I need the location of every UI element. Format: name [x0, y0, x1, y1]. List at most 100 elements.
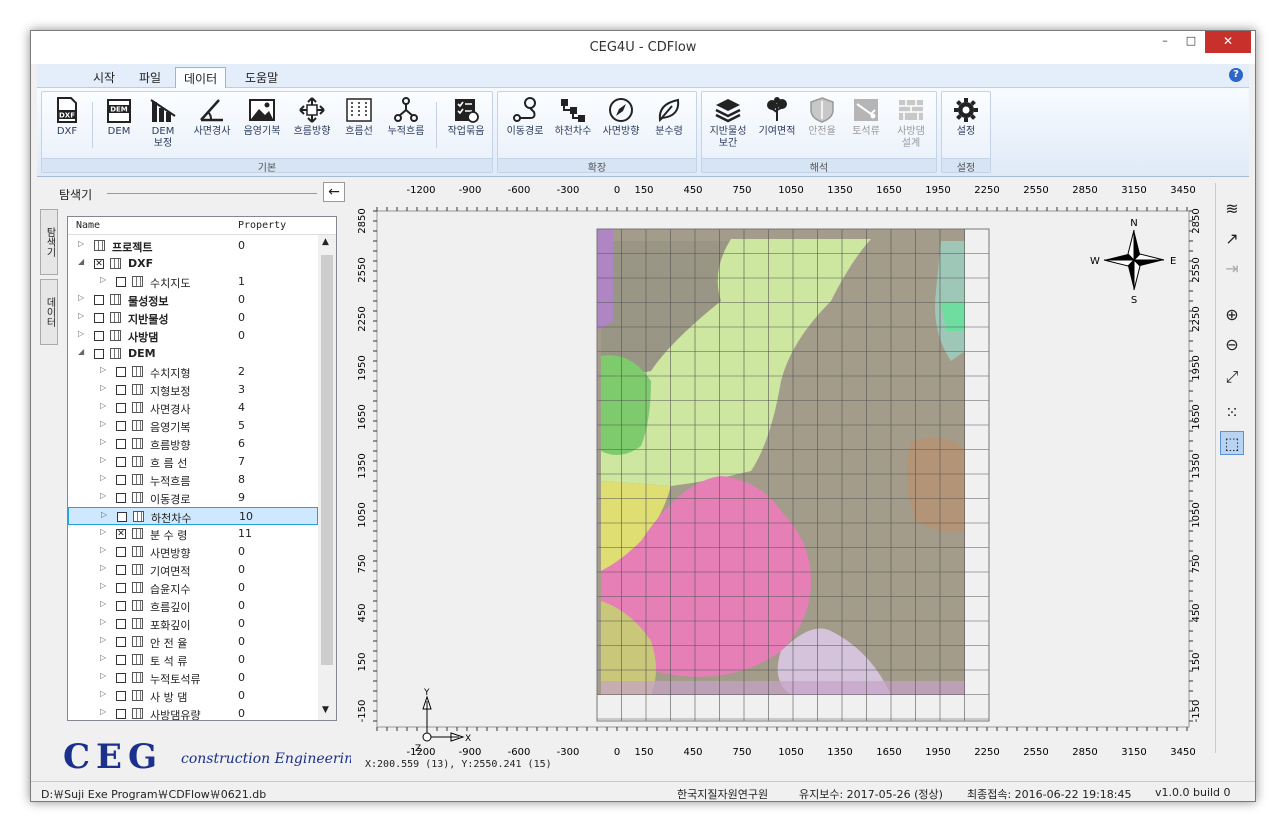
maximize-button[interactable]: □ — [1179, 31, 1203, 53]
expand-icon[interactable]: ▷ — [78, 329, 84, 338]
expand-icon[interactable]: ▷ — [100, 617, 106, 626]
zoom-out-button[interactable]: ⊖ — [1220, 333, 1244, 357]
watershed-button[interactable]: 분수령 — [646, 96, 692, 138]
grid-toggle-button[interactable]: ⁙ — [1220, 401, 1244, 425]
tree-row[interactable]: ▷ 사방댐유량 0 — [68, 705, 318, 720]
exit-button[interactable]: ⇥ — [1220, 257, 1244, 281]
expand-icon[interactable]: ▷ — [100, 401, 106, 410]
tree-row[interactable]: ▷ 흐 름 선 7 — [68, 453, 318, 471]
tree-row[interactable]: ▷ 누적토석류 0 — [68, 669, 318, 687]
expand-icon[interactable]: ▷ — [100, 455, 106, 464]
layers-button[interactable]: ≋ — [1220, 197, 1244, 221]
layer-checkbox[interactable]: ✕ — [94, 259, 104, 269]
tree-row[interactable]: ◢ DEM — [68, 345, 318, 363]
layer-checkbox[interactable] — [116, 547, 126, 557]
tree-row[interactable]: ▷ 지형보정 3 — [68, 381, 318, 399]
tree-row[interactable]: ▷ 사면방향 0 — [68, 543, 318, 561]
layer-checkbox[interactable] — [94, 295, 104, 305]
check-dam-design-button[interactable]: 사방댐 설계 — [888, 96, 934, 150]
tree-row[interactable]: ▷ 사 방 댐 0 — [68, 687, 318, 705]
tree-row[interactable]: ▷ 수치지형 2 — [68, 363, 318, 381]
expand-icon[interactable]: ▷ — [100, 563, 106, 572]
layer-checkbox[interactable] — [116, 439, 126, 449]
layer-checkbox[interactable] — [116, 367, 126, 377]
hillshade-button[interactable]: 음영기복 — [238, 96, 286, 138]
tree-row[interactable]: ▷ 음영기복 5 — [68, 417, 318, 435]
expand-icon[interactable]: ▷ — [100, 545, 106, 554]
tree-scrollbar[interactable]: ▲ ▼ — [318, 235, 336, 720]
layer-checkbox[interactable] — [116, 637, 126, 647]
help-icon[interactable]: ? — [1229, 68, 1243, 82]
layer-checkbox[interactable] — [116, 385, 126, 395]
expand-icon[interactable]: ▷ — [100, 383, 106, 392]
expand-icon[interactable]: ▷ — [100, 491, 106, 500]
layer-checkbox[interactable] — [116, 475, 126, 485]
menu-file[interactable]: 파일 — [131, 67, 169, 88]
tree-row[interactable]: ▷ 토 석 류 0 — [68, 651, 318, 669]
zoom-in-button[interactable]: ⊕ — [1220, 303, 1244, 327]
expand-icon[interactable]: ▷ — [100, 473, 106, 482]
collapse-icon[interactable]: ◢ — [78, 347, 84, 356]
column-name[interactable]: Name — [76, 220, 100, 231]
tab-explorer[interactable]: 탐색기 — [40, 209, 58, 275]
expand-icon[interactable]: ▷ — [100, 419, 106, 428]
layer-checkbox[interactable] — [116, 457, 126, 467]
expand-icon[interactable]: ▷ — [100, 527, 106, 536]
tree-row[interactable]: ▷ 안 전 율 0 — [68, 633, 318, 651]
expand-icon[interactable]: ▷ — [100, 581, 106, 590]
dem-correction-button[interactable]: DEM 보정 — [142, 96, 184, 150]
explorer-collapse-button[interactable]: ← — [323, 182, 345, 202]
contributing-area-button[interactable]: 기여면적 — [754, 96, 800, 138]
layer-checkbox[interactable] — [94, 349, 104, 359]
layer-checkbox[interactable] — [116, 601, 126, 611]
tab-data[interactable]: 데이터 — [40, 279, 58, 345]
safety-factor-button[interactable]: 안전율 — [800, 96, 844, 138]
menu-help[interactable]: 도움말 — [237, 67, 286, 88]
tree-row[interactable]: ▷ 누적흐름 8 — [68, 471, 318, 489]
expand-icon[interactable]: ▷ — [100, 275, 106, 284]
tree-row[interactable]: ▷ 물성정보 0 — [68, 291, 318, 309]
layer-checkbox[interactable] — [116, 673, 126, 683]
tree-row[interactable]: ▷ 흐름방향 6 — [68, 435, 318, 453]
expand-icon[interactable]: ▷ — [78, 311, 84, 320]
tree-row[interactable]: ▷ 포화깊이 0 — [68, 615, 318, 633]
layer-checkbox[interactable] — [116, 421, 126, 431]
layer-checkbox[interactable] — [94, 313, 104, 323]
scroll-thumb[interactable] — [321, 255, 333, 665]
expand-icon[interactable]: ▷ — [100, 437, 106, 446]
tree-row[interactable]: ▷ 이동경로 9 — [68, 489, 318, 507]
layer-checkbox[interactable] — [116, 565, 126, 575]
expand-icon[interactable]: ▷ — [100, 689, 106, 698]
layer-checkbox[interactable]: ✕ — [116, 529, 126, 539]
dxf-button[interactable]: DXF DXF — [46, 96, 88, 138]
expand-icon[interactable]: ▷ — [100, 707, 106, 716]
expand-icon[interactable]: ▷ — [78, 293, 84, 302]
aspect-button[interactable]: 사면방향 — [598, 96, 644, 138]
tree-row[interactable]: ▷ ✕ 분 수 령 11 — [68, 525, 318, 543]
flow-direction-button[interactable]: 흐름방향 — [288, 96, 336, 138]
tree-row[interactable]: ▷ 프로젝트 0 — [68, 237, 318, 255]
tree-row[interactable]: ▷ 습윤지수 0 — [68, 579, 318, 597]
layer-checkbox[interactable] — [94, 331, 104, 341]
scroll-down-icon[interactable]: ▼ — [322, 705, 329, 715]
expand-icon[interactable]: ▷ — [100, 635, 106, 644]
travel-path-button[interactable]: 이동경로 — [502, 96, 548, 138]
tree-row[interactable]: ▷ 수치지도 1 — [68, 273, 318, 291]
tree-row[interactable]: ▷ 하천차수 10 — [68, 507, 318, 525]
tree-row[interactable]: ▷ 흐름깊이 0 — [68, 597, 318, 615]
layer-checkbox[interactable] — [116, 709, 126, 719]
flow-accumulation-button[interactable]: 누적흐름 — [382, 96, 430, 138]
menu-data[interactable]: 데이터 — [175, 67, 227, 88]
column-property[interactable]: Property — [238, 220, 286, 231]
map-view[interactable]: -1200 -900 -600 -300 0 150 450 750 1050 1350 1650 1… — [351, 181, 1211, 771]
layer-checkbox[interactable] — [116, 493, 126, 503]
close-button[interactable]: ✕ — [1205, 31, 1251, 53]
zoom-extent-button[interactable]: ⤢ — [1220, 365, 1244, 389]
layer-checkbox[interactable] — [116, 619, 126, 629]
minimize-button[interactable]: – — [1153, 31, 1177, 53]
menu-start[interactable]: 시작 — [85, 67, 123, 88]
expand-icon[interactable]: ▷ — [100, 365, 106, 374]
tree-row[interactable]: ▷ 사방댐 0 — [68, 327, 318, 345]
layer-checkbox[interactable] — [116, 655, 126, 665]
debris-flow-button[interactable]: 토석류 — [844, 96, 888, 138]
